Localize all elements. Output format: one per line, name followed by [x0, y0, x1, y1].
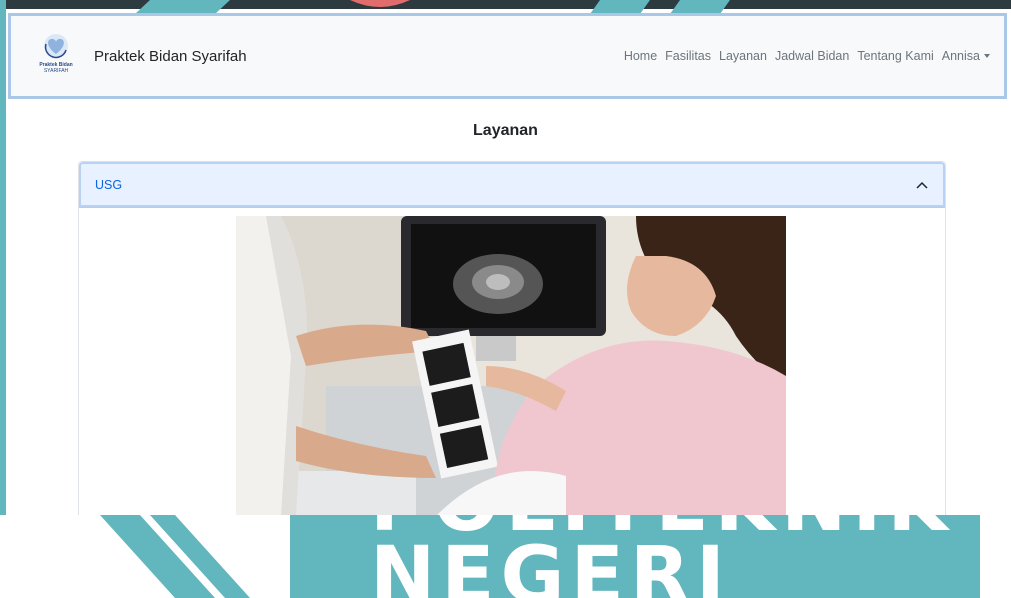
nav-link-home[interactable]: Home — [624, 49, 657, 63]
page-title: Layanan — [473, 122, 538, 139]
nav-link-layanan[interactable]: Layanan — [719, 49, 767, 63]
logo-caption: Praktek Bidan SYARIFAH — [39, 62, 73, 74]
usg-photo — [236, 216, 786, 516]
nav-link-tentang-kami[interactable]: Tentang Kami — [857, 49, 933, 63]
chevron-up-icon — [916, 181, 928, 189]
watermark-text-line2: NEGERI — [370, 531, 731, 598]
nav-link-jadwal-bidan[interactable]: Jadwal Bidan — [775, 49, 849, 63]
clinic-logo[interactable]: Praktek Bidan SYARIFAH — [33, 32, 79, 80]
nav-links: Home Fasilitas Layanan Jadwal Bidan Tent… — [616, 49, 990, 63]
watermark-left-strip — [0, 0, 6, 598]
watermark-bottom: POLITEKNIK NEGERI — [0, 515, 1011, 598]
watermark-stripes — [100, 515, 250, 598]
accordion-header-usg[interactable]: USG — [79, 162, 945, 208]
accordion-item-title: USG — [95, 177, 123, 192]
brand-name[interactable]: Praktek Bidan Syarifah — [94, 48, 247, 65]
user-menu-dropdown[interactable]: Annisa — [942, 49, 990, 63]
watermark-top-shapes — [135, 0, 730, 14]
navbar: Praktek Bidan SYARIFAH Praktek Bidan Sya… — [8, 13, 1007, 99]
nav-link-fasilitas[interactable]: Fasilitas — [665, 49, 711, 63]
ultrasound-illustration — [236, 216, 786, 516]
heart-logo-icon — [44, 34, 68, 59]
